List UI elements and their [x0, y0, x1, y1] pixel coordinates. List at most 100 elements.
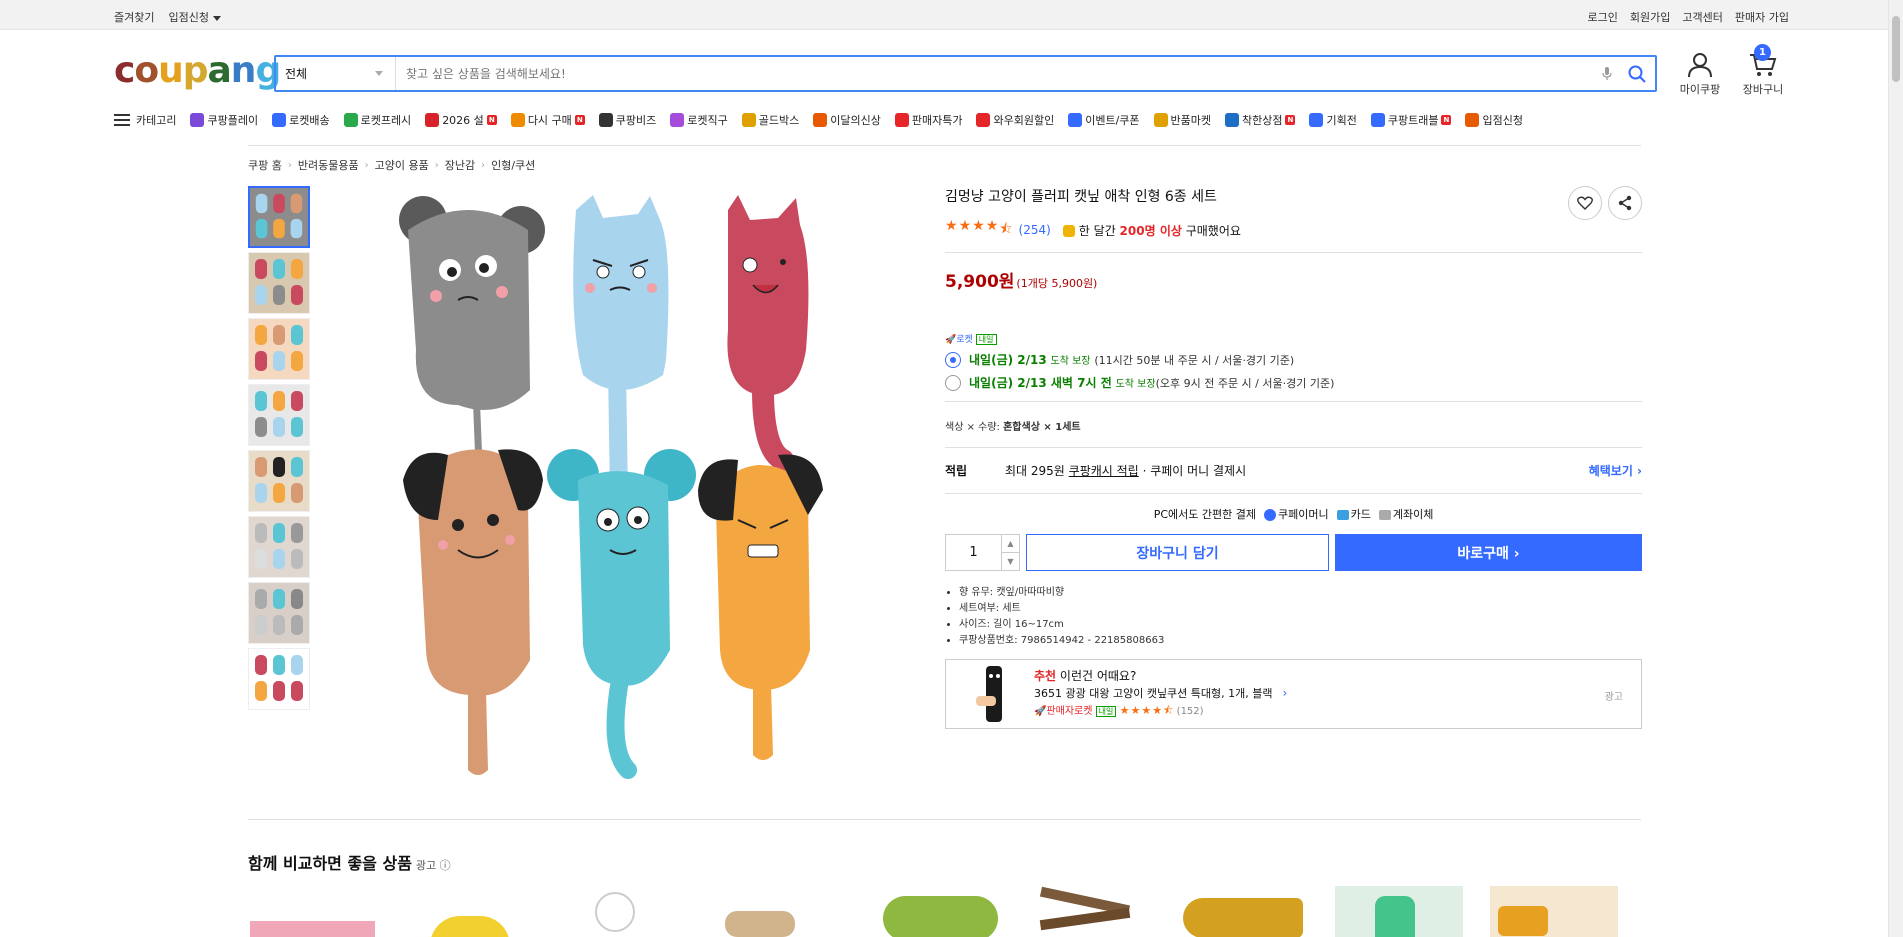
quantity-stepper[interactable]: 1 ▲ ▼ [945, 534, 1020, 571]
category-menu-button[interactable]: 카테고리 [114, 112, 176, 128]
nav-item-icon [598, 113, 613, 127]
purchase-row: 1 ▲ ▼ 장바구니 담기 바로구매 › [945, 534, 1642, 571]
my-coupang-button[interactable]: 마이쿠팡 [1670, 52, 1730, 97]
coupay-money-option[interactable]: 쿠페이머니 [1263, 506, 1329, 522]
price-value: 5,900원 [945, 272, 1015, 292]
breadcrumb-link[interactable]: 반려동물용품 [298, 157, 359, 173]
breadcrumb-link[interactable]: 인형/쿠션 [491, 157, 535, 173]
vendor-apply-dropdown[interactable]: 입점신청 [168, 9, 221, 25]
compare-product-2[interactable] [420, 886, 520, 937]
reco-item-name: 3651 광광 대왕 고양이 캣닢쿠션 특대형, 1개, 블랙 [1034, 687, 1273, 700]
delivery2-guarantee: 도착 보장 [1115, 379, 1156, 390]
radio-selected[interactable] [945, 351, 961, 368]
quantity-value[interactable]: 1 [946, 535, 1001, 570]
thumbnail[interactable] [248, 648, 310, 710]
benefits-link[interactable]: 혜택보기 › [1589, 462, 1642, 479]
nav-item[interactable]: 로켓직구 [670, 112, 728, 128]
nav-item[interactable]: 이달의신상 [813, 112, 881, 128]
signup-link[interactable]: 회원가입 [1630, 9, 1670, 25]
bank-transfer-option[interactable]: 계좌이체 [1378, 506, 1433, 522]
nav-item[interactable]: 판매자특가 [894, 112, 962, 128]
spec-item: 세트여부: 세트 [959, 601, 1642, 617]
delivery1-guarantee: 도착 보장 [1050, 356, 1091, 367]
product-main-image [399, 195, 823, 779]
nav-item[interactable]: 쿠팡플레이 [190, 112, 258, 128]
nav-item-icon [1225, 113, 1239, 127]
breadcrumb-link[interactable]: 장난감 [445, 157, 475, 173]
add-to-cart-button[interactable]: 장바구니 담기 [1026, 534, 1329, 571]
rocket-label: 로켓 [956, 335, 973, 345]
compare-product-6[interactable] [1030, 886, 1140, 937]
nav-item-icon [1465, 113, 1480, 127]
nav-item-icon [425, 113, 440, 127]
nav-item[interactable]: 쿠팡트래블 N [1370, 112, 1452, 128]
nav-item[interactable]: 기획전 [1309, 112, 1357, 128]
thumbnail[interactable] [248, 450, 310, 512]
microphone-icon[interactable] [1595, 57, 1619, 90]
coupang-logo[interactable]: coupang [114, 50, 281, 91]
compare-product-5[interactable] [875, 886, 1005, 937]
share-button[interactable] [1608, 186, 1642, 220]
breadcrumb-separator-icon: › [287, 159, 292, 171]
coupang-cash-link[interactable]: 쿠팡캐시 적립 [1069, 464, 1139, 478]
nav-item-icon [670, 113, 685, 127]
header-divider [248, 145, 1641, 146]
thumbnail[interactable] [248, 384, 310, 446]
compare-section-title: 함께 비교하면 좋을 상품 광고 ⓘ [248, 850, 451, 874]
thumbnail[interactable] [248, 252, 310, 314]
compare-product-7[interactable] [1178, 886, 1308, 937]
compare-product-8[interactable] [1335, 886, 1463, 937]
cart-label: 장바구니 [1742, 83, 1784, 96]
nav-item[interactable]: 쿠팡비즈 [598, 112, 656, 128]
breadcrumb-link[interactable]: 고양이 용품 [375, 157, 429, 173]
nav-item[interactable]: 와우회원할인 [976, 112, 1054, 128]
nav-item[interactable]: 다시 구매 N [510, 112, 585, 128]
wishlist-button[interactable] [1568, 186, 1602, 220]
nav-item[interactable]: 골드박스 [741, 112, 799, 128]
compare-product-9[interactable] [1490, 886, 1618, 937]
recommendation-card[interactable]: 추천 이런건 어때요? 3651 광광 대왕 고양이 캣닢쿠션 특대형, 1개,… [945, 659, 1642, 729]
review-count-link[interactable]: (254) [1019, 223, 1051, 237]
search-icon[interactable] [1619, 57, 1655, 90]
delivery-option-2[interactable]: 내일(금) 2/13 새벽 7시 전 도착 보장(오후 9시 전 주문 시 / … [945, 374, 1642, 391]
thumbnail[interactable] [248, 186, 310, 248]
customer-center-link[interactable]: 고객센터 [1682, 9, 1722, 25]
search-input[interactable] [396, 57, 1595, 90]
card-option[interactable]: 카드 [1336, 506, 1371, 522]
divider [945, 493, 1642, 494]
caret-down-icon [212, 15, 221, 21]
nav-item[interactable]: 반품마켓 [1153, 112, 1211, 128]
compare-product-3[interactable] [575, 886, 665, 937]
nav-item[interactable]: 입점신청 [1465, 112, 1523, 128]
decrement-icon[interactable]: ▼ [1002, 553, 1019, 570]
buy-now-button[interactable]: 바로구매 › [1335, 534, 1642, 571]
cart-button[interactable]: 1 장바구니 [1733, 44, 1793, 97]
compare-ad-label: 광고 ⓘ [415, 859, 451, 872]
nav-item[interactable]: 로켓배송 [272, 112, 330, 128]
increment-icon[interactable]: ▲ [1002, 535, 1019, 553]
points-row: 적립 최대 295원 쿠팡캐시 적립 · 쿠페이 머니 결제시 혜택보기 › [945, 448, 1642, 493]
section-divider [248, 819, 1641, 820]
delivery-option-1[interactable]: 내일(금) 2/13 도착 보장 (11시간 50분 내 주문 시 / 서울·경… [945, 351, 1642, 368]
nav-item-label: 기획전 [1326, 114, 1357, 127]
nav-item[interactable]: 로켓프레시 [343, 112, 411, 128]
product-specs: 향 유무: 캣잎/마따따비향세트여부: 세트사이즈: 길이 16~17cm쿠팡상… [945, 585, 1642, 649]
scrollbar-thumb[interactable] [1892, 16, 1900, 82]
login-link[interactable]: 로그인 [1588, 9, 1618, 25]
thumbnail[interactable] [248, 318, 310, 380]
breadcrumb: 쿠팡 홈 › 반려동물용품 › 고양이 용품 › 장난감 › 인형/쿠션 [248, 157, 535, 173]
seller-signup-link[interactable]: 판매자 가입 [1735, 9, 1789, 25]
radio-unselected[interactable] [945, 374, 961, 391]
breadcrumb-link[interactable]: 쿠팡 홈 [248, 157, 282, 173]
thumbnail[interactable] [248, 516, 310, 578]
nav-item[interactable]: 이벤트/쿠폰 [1068, 112, 1140, 128]
nav-item[interactable]: 착한상점 N [1225, 112, 1296, 128]
chevron-right-icon[interactable]: › [1283, 686, 1288, 700]
page-scrollbar[interactable] [1888, 0, 1903, 937]
search-category-select[interactable]: 전체 [276, 57, 396, 90]
compare-product-1[interactable] [250, 886, 375, 937]
favorites-link[interactable]: 즐겨찾기 [114, 9, 154, 25]
compare-product-4[interactable] [715, 886, 805, 937]
nav-item[interactable]: 2026 설N [425, 112, 497, 128]
thumbnail[interactable] [248, 582, 310, 644]
